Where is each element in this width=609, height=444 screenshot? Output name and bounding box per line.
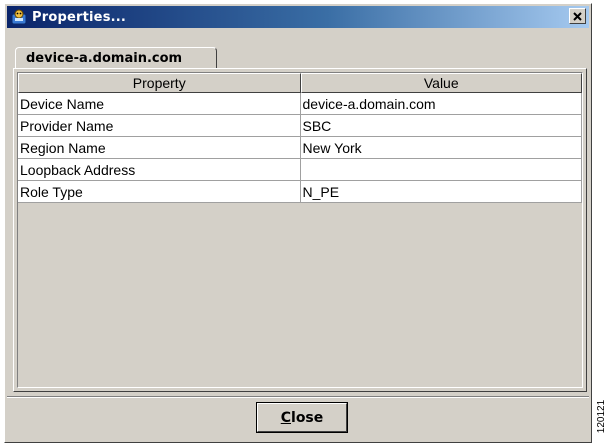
close-x-icon[interactable] — [569, 8, 586, 24]
column-header-value[interactable]: Value — [300, 73, 582, 93]
column-header-property[interactable]: Property — [18, 73, 301, 93]
cell-property: Loopback Address — [18, 159, 301, 181]
cell-value — [300, 159, 582, 181]
table-row[interactable]: Loopback Address — [18, 159, 582, 181]
figure-id: 120121 — [596, 399, 608, 433]
tab-device[interactable]: device-a.domain.com — [15, 47, 217, 69]
cell-property: Region Name — [18, 137, 301, 159]
title-bar[interactable]: Properties... — [7, 6, 589, 28]
cell-value: New York — [300, 137, 582, 159]
cell-value: N_PE — [300, 181, 582, 203]
table-body: Device Name device-a.domain.com Provider N… — [18, 93, 582, 203]
table-row[interactable]: Device Name device-a.domain.com — [18, 93, 582, 115]
properties-table: Property Value Device Name device-a.domai… — [17, 72, 583, 388]
close-button-label: Close — [280, 409, 324, 426]
cell-property: Provider Name — [18, 115, 301, 137]
table-row[interactable]: Role Type N_PE — [18, 181, 582, 203]
close-button[interactable]: Close — [256, 402, 348, 433]
properties-app-icon — [11, 9, 27, 25]
cell-property: Device Name — [18, 93, 301, 115]
tab-label: device-a.domain.com — [26, 51, 183, 66]
tab-strip: device-a.domain.com — [15, 47, 217, 69]
table-row[interactable]: Region Name New York — [18, 137, 582, 159]
cell-value: device-a.domain.com — [300, 93, 582, 115]
properties-dialog: Properties... device-a.domain.com Proper… — [4, 3, 592, 443]
footer-divider — [7, 396, 589, 398]
table-header: Property Value — [18, 73, 582, 93]
cell-value: SBC — [300, 115, 582, 137]
tab-panel: Property Value Device Name device-a.domai… — [13, 68, 587, 392]
cell-property: Role Type — [18, 181, 301, 203]
window-title: Properties... — [32, 9, 127, 25]
table-row[interactable]: Provider Name SBC — [18, 115, 582, 137]
